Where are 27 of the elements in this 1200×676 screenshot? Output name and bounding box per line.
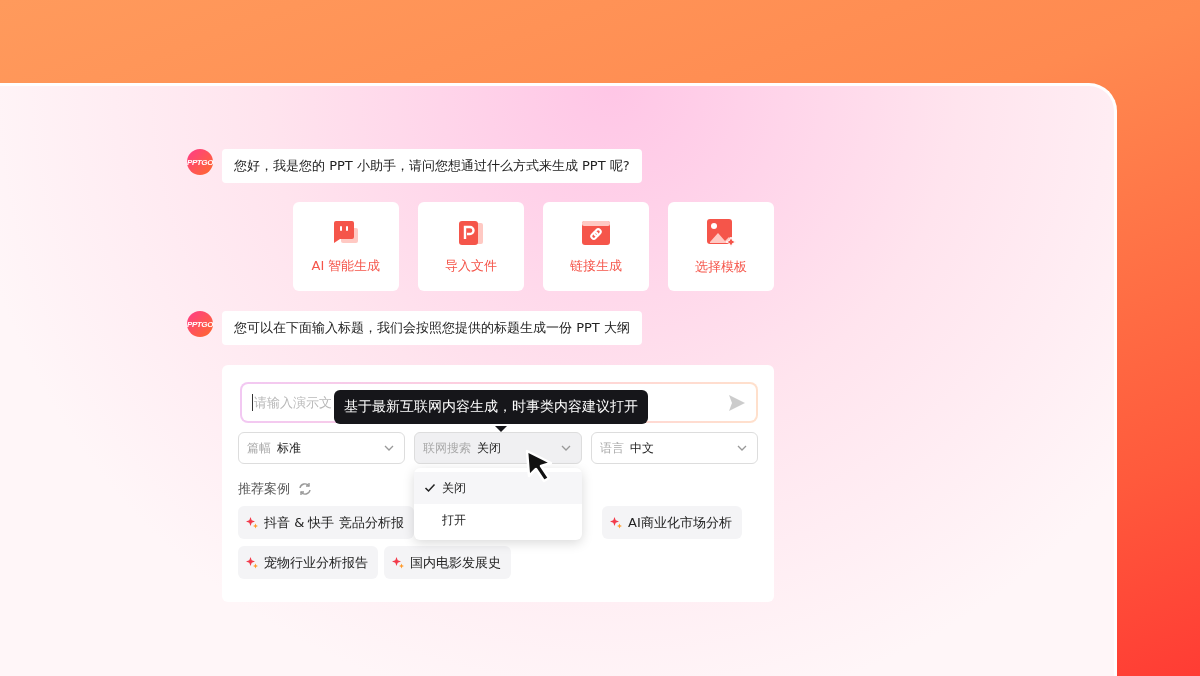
example-chip[interactable]: 宠物行业分析报告: [238, 546, 378, 579]
checkmark-icon: [424, 482, 437, 494]
chevron-down-icon: [384, 445, 395, 451]
menu-option[interactable]: 关闭: [414, 472, 582, 504]
presentation-file-icon: [457, 218, 485, 247]
tooltip-arrow: [495, 426, 507, 432]
section-title: 推荐案例: [238, 480, 290, 498]
sparkle-icon: [246, 556, 258, 569]
image-sparkle-icon: [706, 217, 736, 248]
menu-option[interactable]: 打开: [414, 504, 582, 536]
sparkle-icon: [610, 516, 622, 529]
sparkle-icon: [392, 556, 404, 569]
dropdown-select[interactable]: 联网搜索 关闭: [414, 432, 582, 464]
send-icon[interactable]: [728, 393, 746, 412]
chat-message: 您可以在下面输入标题，我们会按照您提供的标题生成一份 PPT 大纲: [222, 311, 642, 345]
dropdown-select[interactable]: 篇幅 标准: [238, 432, 406, 464]
chat-message: 您好，我是您的 PPT 小助手，请问您想通过什么方式来生成 PPT 呢?: [222, 149, 642, 183]
chevron-down-icon: [737, 445, 747, 451]
example-chip[interactable]: 抖音 & 快手 竞品分析报: [238, 506, 414, 539]
refresh-icon[interactable]: [298, 482, 312, 496]
sparkle-icon: [246, 516, 258, 529]
tooltip: 基于最新互联网内容生成，时事类内容建议打开: [334, 390, 648, 424]
link-icon: [581, 218, 611, 247]
example-chip[interactable]: 国内电影发展史: [384, 546, 511, 579]
chevron-down-icon: [560, 445, 571, 451]
dropdown-select[interactable]: 语言 中文: [590, 432, 758, 464]
example-chip[interactable]: AI商业化市场分析: [602, 506, 742, 539]
